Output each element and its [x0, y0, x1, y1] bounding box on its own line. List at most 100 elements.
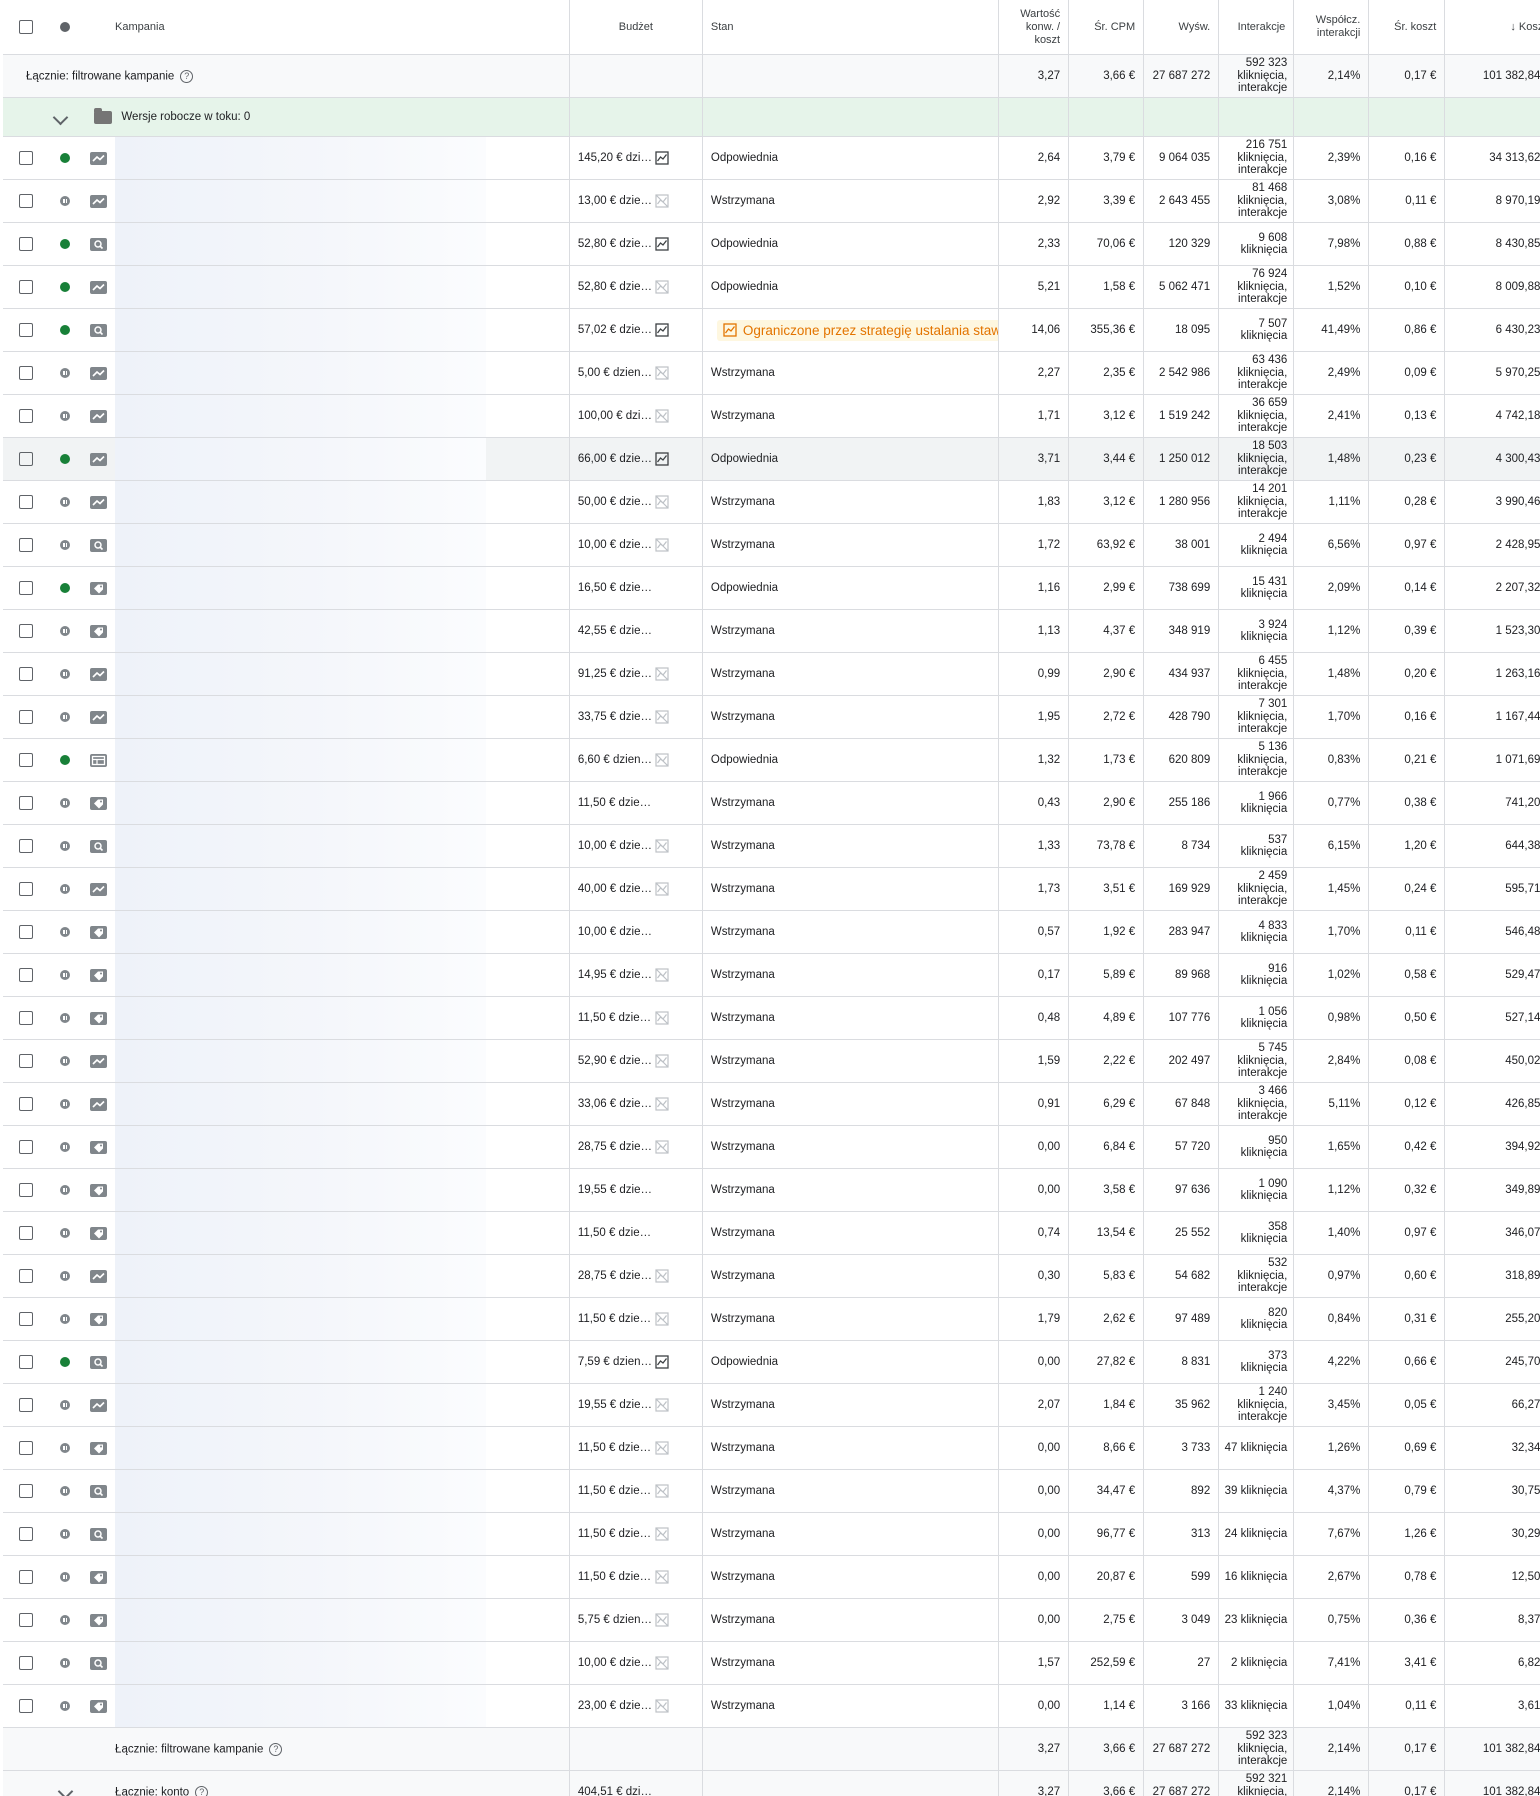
row-checkbox[interactable]	[19, 624, 33, 638]
status-paused-icon[interactable]	[60, 1657, 71, 1668]
row-budget[interactable]: 28,75 € dziennie	[578, 1141, 653, 1153]
status-paused-icon[interactable]	[60, 969, 71, 980]
row-budget[interactable]: 11,50 € dziennie	[578, 1485, 653, 1497]
row-budget[interactable]: 7,59 € dziennie	[578, 1356, 653, 1368]
row-budget[interactable]: 14,95 € dziennie	[578, 969, 653, 981]
campaign-name[interactable]	[115, 1125, 570, 1169]
budget-chart-disabled-icon[interactable]	[655, 1656, 669, 1670]
row-budget[interactable]: 11,50 € dziennie	[578, 797, 653, 809]
campaign-name[interactable]	[115, 1039, 570, 1083]
budget-chart-icon[interactable]	[655, 452, 669, 466]
campaign-name[interactable]	[115, 480, 570, 524]
status-paused-icon[interactable]	[60, 410, 71, 421]
table-row[interactable]: 145,20 € dziennie Odpowiednia 2,643,79 €9 …	[3, 136, 1540, 180]
row-checkbox[interactable]	[19, 1527, 33, 1541]
header-wartosc[interactable]: Wartość konw. / koszt	[998, 0, 1069, 55]
row-budget[interactable]: 5,75 € dziennie	[578, 1614, 653, 1626]
status-paused-icon[interactable]	[60, 1141, 71, 1152]
row-checkbox[interactable]	[19, 1054, 33, 1068]
header-wysw[interactable]: Wyśw.	[1143, 0, 1219, 55]
table-row[interactable]: 5,75 € dziennie Wstrzymana 0,00 2,75 €3 049…	[3, 1598, 1540, 1642]
row-budget[interactable]: 11,50 € dziennie	[578, 1528, 653, 1540]
budget-chart-disabled-icon[interactable]	[655, 538, 669, 552]
campaign-name[interactable]	[115, 265, 570, 309]
row-budget[interactable]: 42,55 € dziennie	[578, 625, 653, 637]
budget-chart-disabled-icon[interactable]	[655, 667, 669, 681]
status-paused-icon[interactable]	[60, 1614, 71, 1625]
row-checkbox[interactable]	[19, 1226, 33, 1240]
table-row[interactable]: 50,00 € dziennie Wstrzymana 1,833,12 €1 28…	[3, 480, 1540, 524]
limited-status-badge[interactable]: Ograniczone przez strategię ustalania st…	[716, 319, 999, 341]
help-icon[interactable]: ?	[180, 69, 194, 83]
status-enabled-icon[interactable]	[60, 238, 71, 249]
budget-chart-disabled-icon[interactable]	[655, 1699, 669, 1713]
campaign-name[interactable]	[115, 179, 570, 223]
status-paused-icon[interactable]	[60, 1313, 71, 1324]
row-checkbox[interactable]	[19, 1312, 33, 1326]
row-checkbox[interactable]	[19, 710, 33, 724]
campaign-name[interactable]	[115, 953, 570, 997]
status-paused-icon[interactable]	[60, 1184, 71, 1195]
budget-chart-icon[interactable]	[655, 151, 669, 165]
row-checkbox[interactable]	[19, 538, 33, 552]
row-budget[interactable]: 11,50 € dziennie	[578, 1571, 653, 1583]
table-row[interactable]: 23,00 € dziennie Wstrzymana 0,001,14 €3 16…	[3, 1684, 1540, 1728]
budget-chart-disabled-icon[interactable]	[655, 280, 669, 294]
table-row[interactable]: 91,25 € dziennie Wstrzymana 0,992,90 €434 …	[3, 652, 1540, 696]
table-row[interactable]: 13,00 € dziennie Wstrzymana 2,923,39 €2 64…	[3, 179, 1540, 223]
help-icon[interactable]: ?	[195, 1785, 209, 1796]
row-checkbox[interactable]	[19, 409, 33, 423]
table-row[interactable]: 28,75 € dziennie Wstrzymana 0,305,83 €54 6…	[3, 1254, 1540, 1298]
row-budget[interactable]: 33,06 € dziennie	[578, 1098, 653, 1110]
campaign-name[interactable]	[115, 1340, 570, 1384]
row-budget[interactable]: 11,50 € dziennie	[578, 1227, 653, 1239]
row-checkbox[interactable]	[19, 1484, 33, 1498]
row-budget[interactable]: 52,90 € dziennie	[578, 1055, 653, 1067]
budget-chart-icon[interactable]	[655, 237, 669, 251]
campaign-name[interactable]	[115, 566, 570, 610]
campaign-name[interactable]	[115, 1512, 570, 1556]
row-budget[interactable]: 19,55 € dziennie	[578, 1184, 653, 1196]
row-checkbox[interactable]	[19, 1699, 33, 1713]
row-budget[interactable]: 145,20 € dziennie	[578, 152, 653, 164]
table-row[interactable]: 16,50 € dziennie Odpowiednia 1,162,99 €738…	[3, 566, 1540, 610]
header-koszt[interactable]: ↓ Koszt	[1444, 0, 1540, 55]
row-checkbox[interactable]	[19, 1140, 33, 1154]
table-row[interactable]: 11,50 € dziennie Wstrzymana 0,0020,87 €599…	[3, 1555, 1540, 1599]
budget-chart-disabled-icon[interactable]	[655, 1097, 669, 1111]
campaign-name[interactable]	[115, 1082, 570, 1126]
status-paused-icon[interactable]	[60, 1528, 71, 1539]
campaign-name[interactable]	[115, 1598, 570, 1642]
table-row[interactable]: 28,75 € dziennie Wstrzymana 0,006,84 €57 7…	[3, 1125, 1540, 1169]
table-row[interactable]: 11,50 € dziennie Wstrzymana 1,792,62 €97 4…	[3, 1297, 1540, 1341]
chevron-down-icon[interactable]	[57, 1784, 73, 1796]
header-kampania[interactable]: Kampania	[115, 0, 570, 55]
table-row[interactable]: 11,50 € dziennie Wstrzymana 0,432,90 €255 …	[3, 781, 1540, 825]
row-checkbox[interactable]	[19, 1097, 33, 1111]
status-paused-icon[interactable]	[60, 496, 71, 507]
select-all-cell[interactable]	[3, 0, 50, 55]
status-paused-icon[interactable]	[60, 797, 71, 808]
row-budget[interactable]: 50,00 € dziennie	[578, 496, 653, 508]
row-budget[interactable]: 57,02 € dziennie	[578, 324, 653, 336]
status-paused-icon[interactable]	[60, 1227, 71, 1238]
table-row[interactable]: 7,59 € dziennie Odpowiednia 0,00 27,82 €8 8…	[3, 1340, 1540, 1384]
row-budget[interactable]: 91,25 € dziennie	[578, 668, 653, 680]
budget-chart-disabled-icon[interactable]	[655, 1269, 669, 1283]
status-paused-icon[interactable]	[60, 1055, 71, 1066]
row-checkbox[interactable]	[19, 366, 33, 380]
table-row[interactable]: 11,50 € dziennie Wstrzymana 0,008,66 €3 73…	[3, 1426, 1540, 1470]
row-checkbox[interactable]	[19, 280, 33, 294]
budget-chart-icon[interactable]	[655, 323, 669, 337]
table-row[interactable]: 11,50 € dziennie Wstrzymana 0,7413,54 €25 …	[3, 1211, 1540, 1255]
status-enabled-icon[interactable]	[60, 754, 71, 765]
table-row[interactable]: 52,80 € dziennie Odpowiednia 5,211,58 €5 0…	[3, 265, 1540, 309]
status-paused-icon[interactable]	[60, 711, 71, 722]
status-paused-icon[interactable]	[60, 1442, 71, 1453]
row-budget[interactable]: 16,50 € dziennie	[578, 582, 653, 594]
campaign-name[interactable]	[115, 1426, 570, 1470]
status-enabled-icon[interactable]	[60, 281, 71, 292]
status-enabled-icon[interactable]	[60, 1356, 71, 1367]
budget-chart-disabled-icon[interactable]	[655, 1140, 669, 1154]
header-interakcje[interactable]: Interakcje	[1218, 0, 1294, 55]
